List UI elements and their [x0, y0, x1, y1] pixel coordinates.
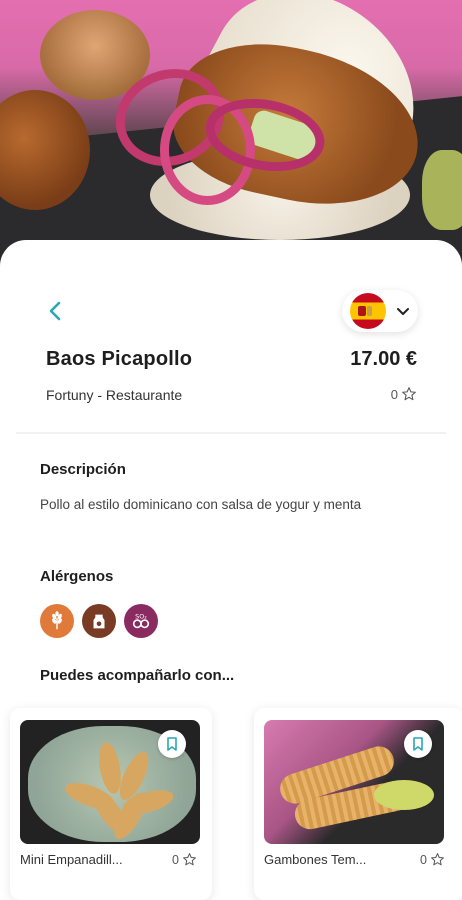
- suggestion-name: Gambones Tem...: [264, 852, 367, 867]
- star-icon: [183, 853, 196, 866]
- svg-text:SO₂: SO₂: [135, 612, 147, 620]
- rating-value: 0: [420, 852, 427, 867]
- rating-value: 0: [172, 852, 179, 867]
- language-selector[interactable]: [342, 290, 418, 332]
- back-button[interactable]: [42, 298, 68, 324]
- rating-value: 0: [390, 386, 398, 402]
- star-icon: [402, 387, 416, 401]
- sulphites-icon: SO₂: [124, 604, 158, 638]
- divider: [16, 432, 446, 434]
- dairy-icon: [82, 604, 116, 638]
- bookmark-button[interactable]: [158, 730, 186, 758]
- allergens-heading: Alérgenos: [40, 568, 114, 585]
- dish-rating[interactable]: 0: [391, 386, 417, 402]
- chevron-down-icon: [397, 308, 409, 315]
- dish-photo: [0, 0, 462, 270]
- bookmark-button[interactable]: [404, 730, 432, 758]
- dish-title: Baos Picapollo: [46, 348, 193, 370]
- venue-name: Fortuny - Restaurante: [46, 387, 183, 403]
- gluten-icon: [40, 604, 74, 638]
- suggestion-name: Mini Empanadill...: [20, 852, 123, 867]
- suggestion-rating[interactable]: 0: [172, 852, 197, 867]
- chevron-left-icon: [49, 301, 61, 321]
- spain-flag-icon: [350, 293, 386, 329]
- star-icon: [431, 853, 444, 866]
- description-heading: Descripción: [40, 461, 126, 478]
- suggestion-rating[interactable]: 0: [420, 852, 445, 867]
- dish-price: 17.00 €: [350, 348, 417, 370]
- bookmark-icon: [413, 737, 423, 751]
- suggestion-card[interactable]: Mini Empanadill... 0: [10, 708, 212, 900]
- description-text: Pollo al estilo dominicano con salsa de …: [40, 497, 362, 512]
- suggestion-card[interactable]: Gambones Tem... 0: [254, 708, 462, 900]
- allergen-list: SO₂: [40, 604, 158, 638]
- suggestions-heading: Puedes acompañarlo con...: [40, 667, 235, 684]
- bookmark-icon: [167, 737, 177, 751]
